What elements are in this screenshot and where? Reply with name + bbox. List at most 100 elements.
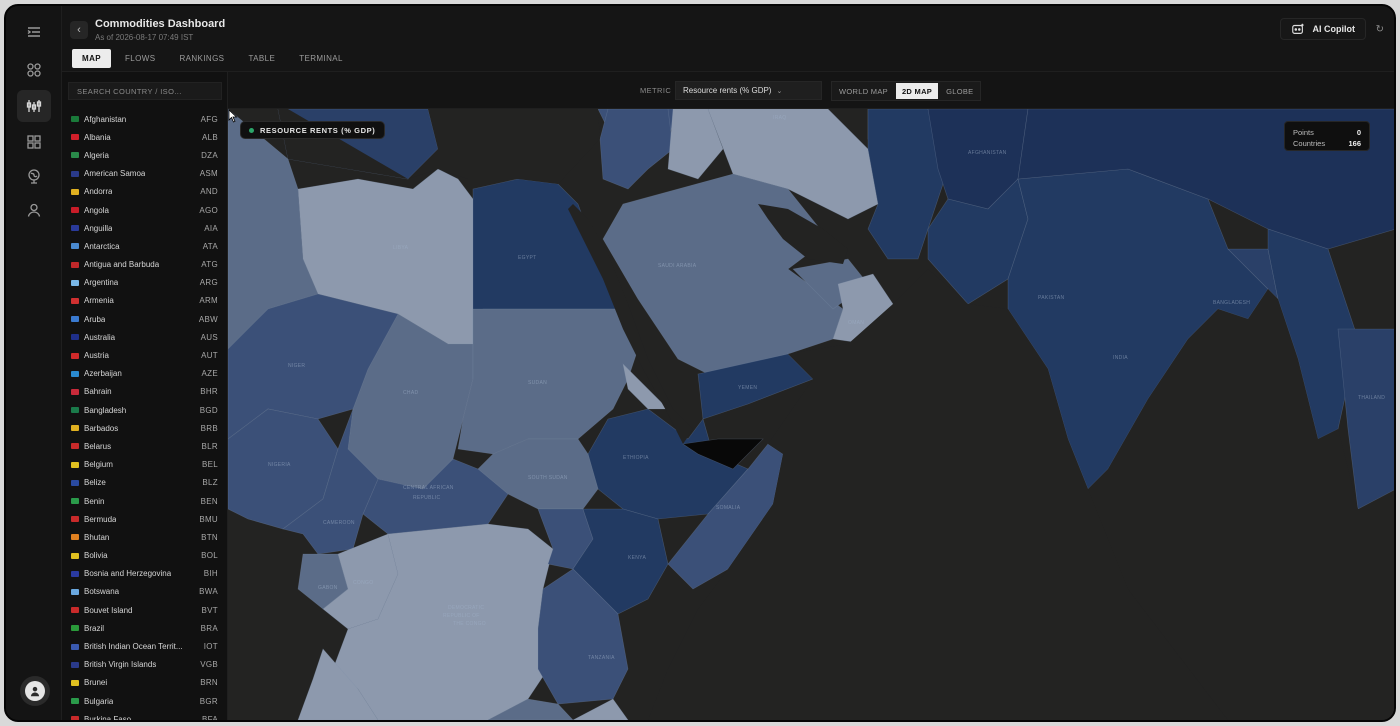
view-globe[interactable]: GLOBE: [940, 83, 979, 99]
svg-text:DEMOCRATIC: DEMOCRATIC: [448, 605, 484, 611]
country-row[interactable]: Bermuda BMU: [62, 510, 227, 528]
country-name: British Indian Ocean Territ...: [84, 642, 183, 652]
dashboard-grid-icon[interactable]: [17, 54, 51, 86]
flag-icon: [71, 243, 79, 250]
country-row[interactable]: Botswana BWA: [62, 583, 227, 601]
tab-flows[interactable]: FLOWS: [115, 49, 165, 68]
country-name: Bouvet Island: [84, 605, 133, 615]
country-row[interactable]: Algeria DZA: [62, 146, 227, 164]
country-row[interactable]: Bouvet Island BVT: [62, 601, 227, 619]
country-row[interactable]: Bosnia and Herzegovina BIH: [62, 565, 227, 583]
country-row[interactable]: Armenia ARM: [62, 292, 227, 310]
countries-value: 166: [1348, 139, 1361, 148]
country-row[interactable]: British Virgin Islands VGB: [62, 656, 227, 674]
flag-icon: [71, 534, 79, 541]
country-row[interactable]: Azerbaijan AZE: [62, 365, 227, 383]
country-row[interactable]: Brazil BRA: [62, 619, 227, 637]
country-name: Bahrain: [84, 387, 112, 397]
country-row[interactable]: Brunei BRN: [62, 674, 227, 692]
profile-avatar[interactable]: [20, 676, 50, 706]
country-name: Belize: [84, 478, 106, 488]
country-row[interactable]: Benin BEN: [62, 492, 227, 510]
country-iso: ALB: [201, 132, 218, 142]
country-row[interactable]: Bangladesh BGD: [62, 401, 227, 419]
country-row[interactable]: American Samoa ASM: [62, 165, 227, 183]
country-row[interactable]: British Indian Ocean Territ... IOT: [62, 637, 227, 655]
country-iso: BRA: [200, 623, 218, 633]
country-iso: BIH: [203, 569, 218, 579]
metric-label: METRIC: [640, 86, 672, 95]
tab-rankings[interactable]: RANKINGS: [169, 49, 234, 68]
country-row[interactable]: Australia AUS: [62, 328, 227, 346]
svg-text:AFGHANISTAN: AFGHANISTAN: [968, 150, 1007, 156]
country-row[interactable]: Bulgaria BGR: [62, 692, 227, 710]
app-header: ‹ Commodities Dashboard As of 2026-08-17…: [62, 6, 1394, 72]
tab-map[interactable]: MAP: [72, 49, 111, 68]
country-name: Azerbaijan: [84, 369, 122, 379]
country-row[interactable]: Belize BLZ: [62, 474, 227, 492]
country-row[interactable]: Burkina Faso BFA: [62, 710, 227, 720]
status-dot-icon: [249, 127, 254, 133]
country-row[interactable]: Bolivia BOL: [62, 547, 227, 565]
country-row[interactable]: Barbados BRB: [62, 419, 227, 437]
flag-icon: [71, 461, 79, 468]
country-iso: BLZ: [202, 478, 218, 488]
collapse-menu-icon[interactable]: [17, 16, 51, 48]
svg-text:REPUBLIC: REPUBLIC: [413, 495, 440, 501]
tab-terminal[interactable]: TERMINAL: [289, 49, 353, 68]
chevron-down-icon: ⌄: [776, 87, 783, 95]
svg-text:CONGO: CONGO: [353, 580, 373, 586]
country-name: Austria: [84, 351, 109, 361]
svg-text:CAMEROON: CAMEROON: [323, 520, 355, 526]
flag-icon: [71, 716, 79, 720]
map-canvas[interactable]: LIBYA EGYPT SAUDI ARABIA YEMEN OMAN PAKI…: [228, 109, 1394, 720]
svg-text:ETHIOPIA: ETHIOPIA: [623, 455, 649, 461]
country-row[interactable]: Anguilla AIA: [62, 219, 227, 237]
view-2d-map[interactable]: 2D MAP: [895, 83, 939, 99]
flag-icon: [71, 370, 79, 377]
country-row[interactable]: Bahrain BHR: [62, 383, 227, 401]
country-iso: ATG: [201, 260, 218, 270]
page-title: Commodities Dashboard: [95, 18, 226, 30]
flag-icon: [71, 170, 79, 177]
tab-table[interactable]: TABLE: [238, 49, 285, 68]
ai-copilot-label: AI Copilot: [1312, 24, 1356, 34]
svg-text:PAKISTAN: PAKISTAN: [1038, 295, 1064, 301]
country-row[interactable]: Antigua and Barbuda ATG: [62, 256, 227, 274]
robot-icon: [1291, 23, 1304, 34]
country-iso: BGD: [199, 405, 218, 415]
widgets-icon[interactable]: [17, 126, 51, 158]
country-row[interactable]: Andorra AND: [62, 183, 227, 201]
country-row[interactable]: Belarus BLR: [62, 437, 227, 455]
country-row[interactable]: Belgium BEL: [62, 456, 227, 474]
country-row[interactable]: Angola AGO: [62, 201, 227, 219]
svg-text:NIGER: NIGER: [288, 363, 305, 369]
country-row[interactable]: Antarctica ATA: [62, 237, 227, 255]
country-name: Brazil: [84, 623, 105, 633]
country-iso: BMU: [199, 514, 218, 524]
country-row[interactable]: Afghanistan AFG: [62, 110, 227, 128]
country-row[interactable]: Albania ALB: [62, 128, 227, 146]
country-row[interactable]: Argentina ARG: [62, 274, 227, 292]
choropleth-map[interactable]: LIBYA EGYPT SAUDI ARABIA YEMEN OMAN PAKI…: [228, 109, 1394, 720]
refresh-icon[interactable]: ↻: [1376, 24, 1384, 35]
globe-icon[interactable]: [17, 160, 51, 192]
country-row[interactable]: Aruba ABW: [62, 310, 227, 328]
svg-text:SAUDI ARABIA: SAUDI ARABIA: [658, 263, 697, 269]
view-world-map[interactable]: WORLD MAP: [833, 83, 894, 99]
user-icon[interactable]: [17, 194, 51, 226]
commodities-icon[interactable]: [17, 90, 51, 122]
svg-text:SUDAN: SUDAN: [528, 380, 547, 386]
country-row[interactable]: Bhutan BTN: [62, 528, 227, 546]
flag-icon: [71, 116, 79, 123]
back-button[interactable]: ‹: [70, 21, 88, 39]
ai-copilot-button[interactable]: AI Copilot: [1279, 18, 1366, 40]
flag-icon: [71, 261, 79, 268]
flag-icon: [71, 443, 79, 450]
flag-icon: [71, 407, 79, 414]
metric-select[interactable]: Resource rents (% GDP) ⌄: [675, 81, 822, 100]
country-name: Antarctica: [84, 241, 120, 251]
country-row[interactable]: Austria AUT: [62, 346, 227, 364]
country-search-input[interactable]: [68, 82, 222, 100]
region-levant[interactable]: [599, 109, 674, 190]
